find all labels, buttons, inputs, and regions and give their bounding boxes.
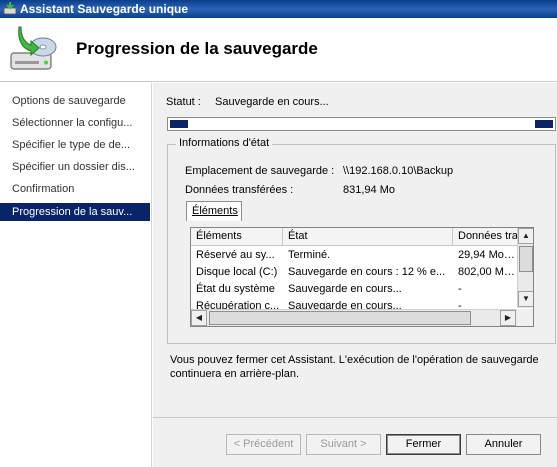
title-bar[interactable]: Assistant Sauvegarde unique	[0, 0, 557, 18]
step-select-configuration[interactable]: Sélectionner la configu...	[0, 114, 150, 132]
status-info-group: Informations d'état Emplacement de sauve…	[167, 137, 556, 344]
backup-disk-icon	[10, 26, 57, 70]
row-state-cell: Sauvegarde en cours...	[288, 283, 402, 295]
backup-icon	[3, 2, 17, 15]
progress-marquee-block	[170, 120, 188, 128]
column-header-transferred[interactable]: Données tra	[453, 228, 517, 246]
step-specify-remote-folder[interactable]: Spécifier un dossier dis...	[0, 158, 150, 176]
previous-button[interactable]: < Précédent	[226, 434, 301, 455]
backup-location-label: Emplacement de sauvegarde :	[185, 165, 335, 177]
step-backup-options[interactable]: Options de sauvegarde	[0, 92, 150, 110]
page-title: Progression de la sauvegarde	[76, 39, 318, 58]
vertical-scrollbar[interactable]: ▲ ▼	[517, 228, 533, 308]
scroll-left-arrow-icon[interactable]: ◀	[191, 310, 207, 326]
wizard-steps: Options de sauvegarde Sélectionner la co…	[0, 83, 152, 467]
scroll-down-arrow-icon[interactable]: ▼	[518, 291, 533, 307]
scroll-right-arrow-icon[interactable]: ▶	[500, 310, 516, 326]
close-button[interactable]: Fermer	[386, 434, 461, 455]
horizontal-scrollbar[interactable]: ◀ ▶	[191, 309, 517, 326]
backup-progress-bar	[167, 117, 556, 131]
cancel-button[interactable]: Annuler	[466, 434, 541, 455]
list-header: Éléments État Données tra	[191, 228, 533, 246]
row-element-cell: Disque local (C:)	[196, 266, 278, 278]
horizontal-scroll-thumb[interactable]	[209, 311, 471, 325]
column-header-state[interactable]: État	[283, 228, 453, 246]
row-state-cell: Terminé.	[288, 249, 331, 261]
status-value: Sauvegarde en cours...	[215, 96, 329, 108]
wizard-content: Statut : Sauvegarde en cours... Informat…	[153, 83, 557, 467]
info-note: Vous pouvez fermer cet Assistant. L'exéc…	[170, 354, 539, 380]
row-transferred-cell: 29,94 Mo su	[458, 249, 517, 261]
row-element-cell: État du système	[196, 283, 275, 295]
transferred-data-label: Données transférées :	[185, 184, 294, 196]
scrollbar-corner	[517, 309, 533, 326]
row-state-cell: Sauvegarde en cours : 12 % e...	[288, 266, 446, 278]
step-specify-destination-type[interactable]: Spécifier le type de de...	[0, 136, 150, 154]
button-separator	[153, 417, 557, 418]
status-label: Statut :	[166, 96, 201, 108]
column-header-elements[interactable]: Éléments	[191, 228, 283, 246]
progress-marquee-block	[535, 120, 553, 128]
transferred-data-value: 831,94 Mo	[343, 184, 395, 196]
window-title: Assistant Sauvegarde unique	[20, 2, 189, 16]
tab-elements[interactable]: Éléments	[186, 201, 242, 221]
status-info-legend: Informations d'état	[176, 137, 273, 149]
backup-location-value: \\192.168.0.10\Backup	[343, 165, 454, 177]
elements-list[interactable]: Éléments État Données tra Réservé au sy.…	[190, 227, 534, 327]
step-confirmation[interactable]: Confirmation	[0, 180, 150, 198]
row-transferred-cell: -	[458, 283, 462, 295]
row-transferred-cell: 802,00 Mo s	[458, 266, 517, 278]
next-button[interactable]: Suivant >	[306, 434, 381, 455]
scroll-up-arrow-icon[interactable]: ▲	[518, 228, 533, 244]
step-backup-progress[interactable]: Progression de la sauv...	[0, 203, 150, 221]
wizard-header: Progression de la sauvegarde	[0, 18, 557, 82]
row-element-cell: Réservé au sy...	[196, 249, 275, 261]
vertical-scroll-thumb[interactable]	[519, 246, 533, 272]
